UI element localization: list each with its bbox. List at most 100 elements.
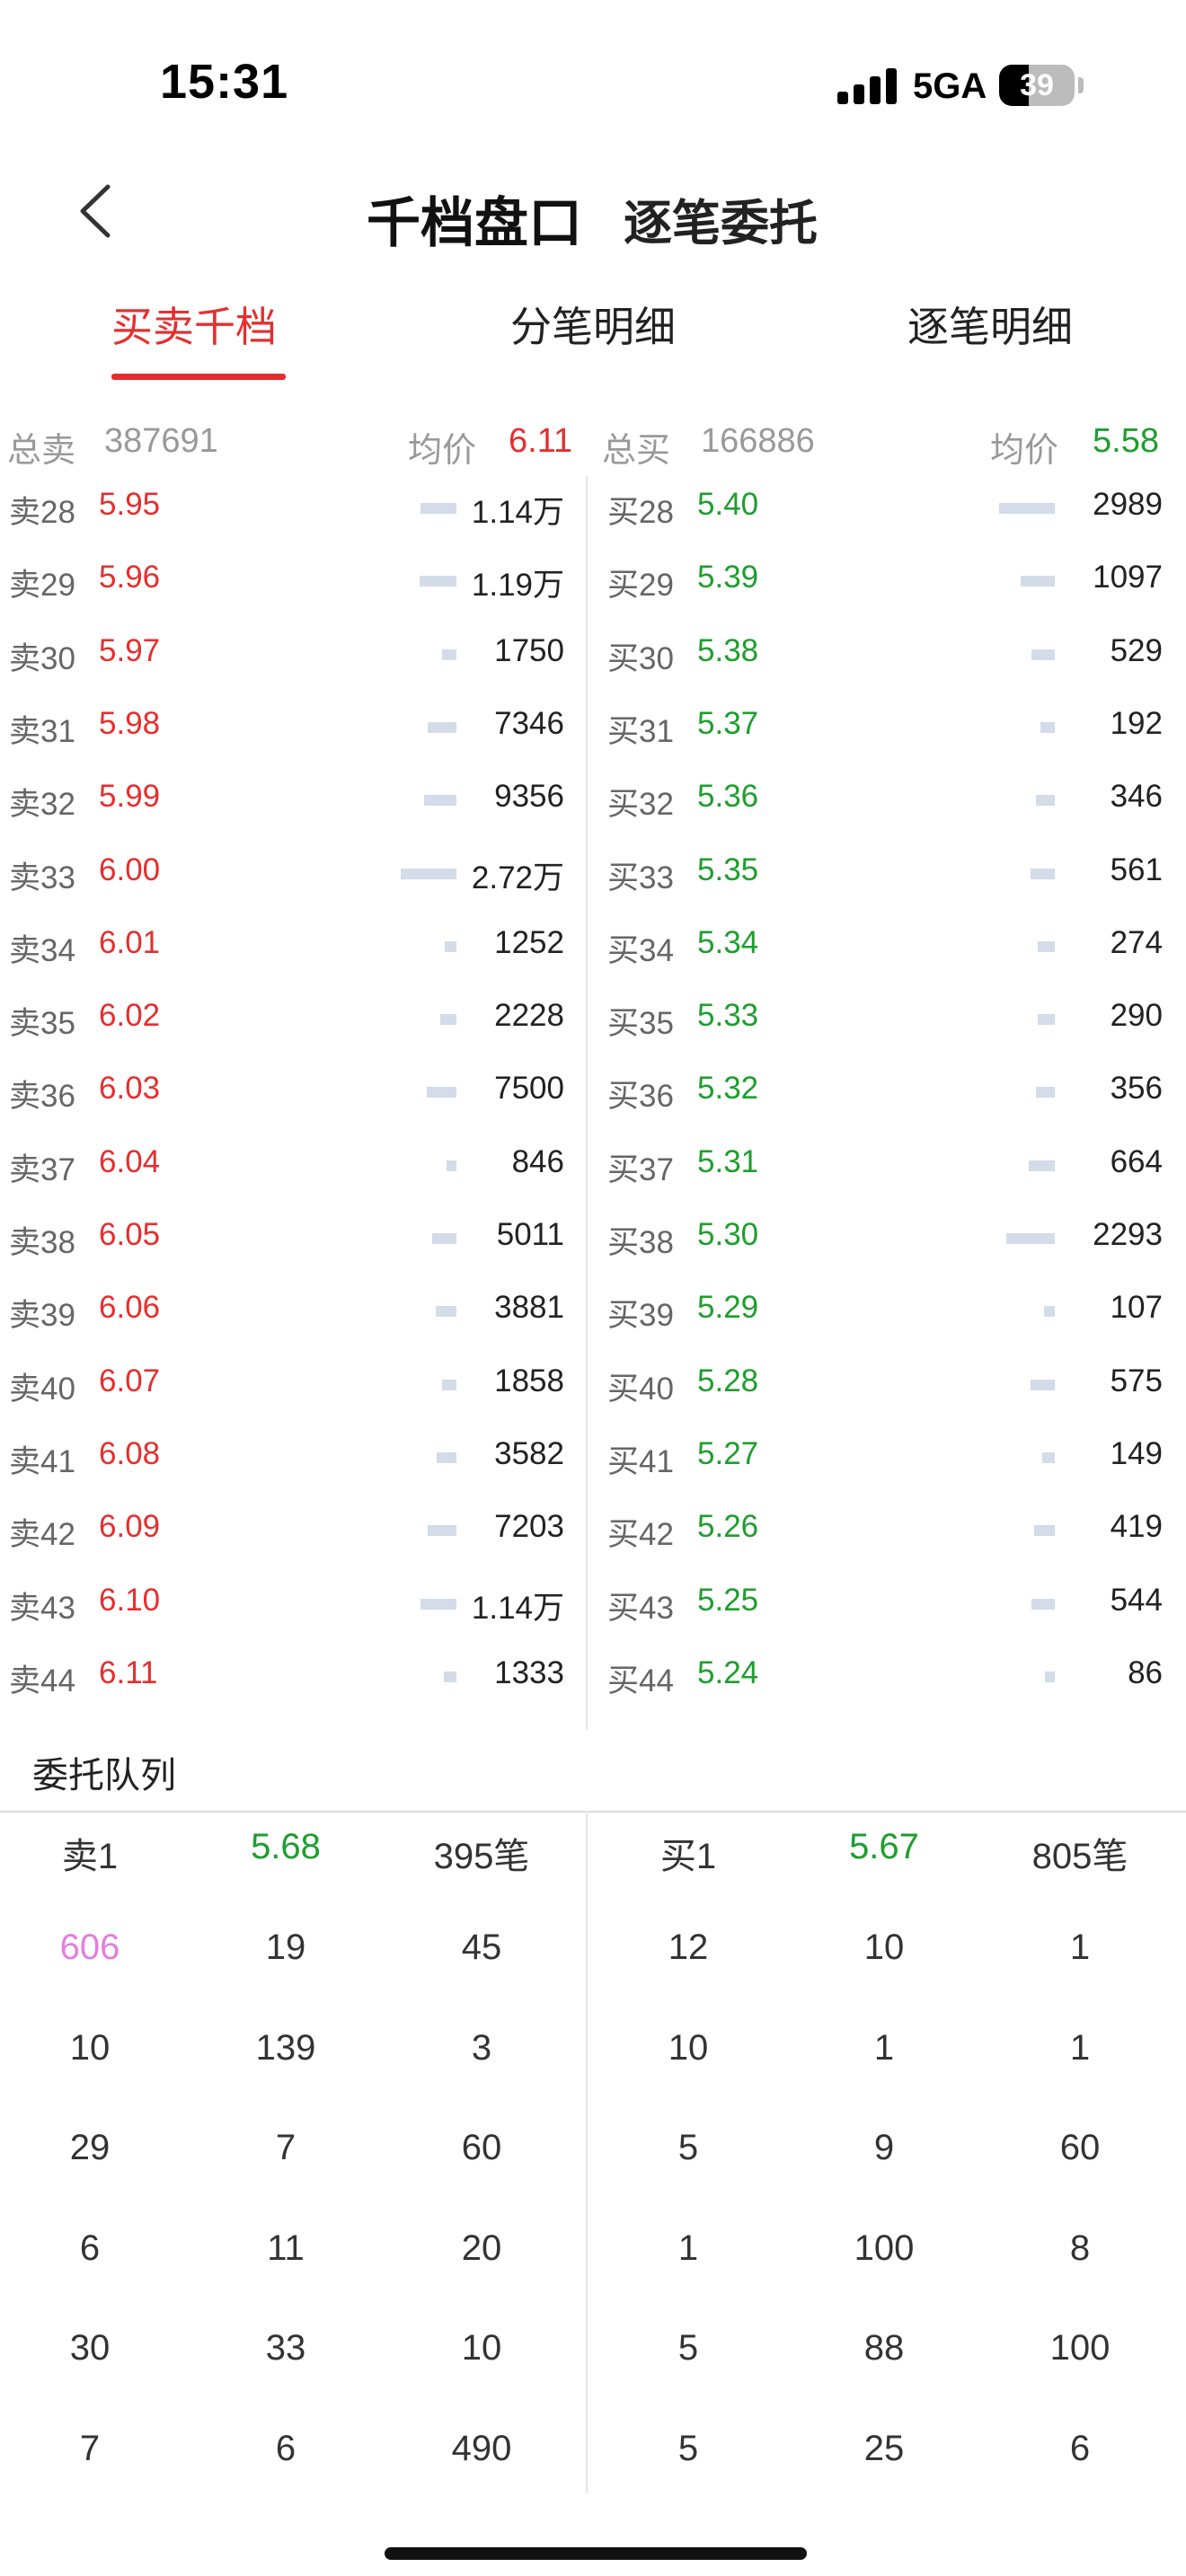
ask-volume: 3881 bbox=[494, 1290, 564, 1326]
bid-row[interactable]: 买42 5.26 419 bbox=[598, 1496, 1173, 1569]
bid-price: 5.24 bbox=[697, 1654, 759, 1690]
ask-volume: 7346 bbox=[494, 705, 564, 741]
ask-volume: 7203 bbox=[494, 1509, 564, 1545]
bid-row[interactable]: 买39 5.29 107 bbox=[598, 1277, 1173, 1350]
bid-level: 买37 bbox=[607, 1151, 674, 1187]
bid-price: 5.34 bbox=[697, 924, 759, 960]
ask-row[interactable]: 卖28 5.95 1.14万 bbox=[0, 474, 575, 547]
bid-row[interactable]: 买38 5.30 2293 bbox=[598, 1204, 1173, 1277]
ask-price: 6.04 bbox=[99, 1143, 161, 1179]
bid-level: 买30 bbox=[607, 640, 674, 676]
ask-volume: 5011 bbox=[496, 1217, 564, 1252]
ask-row[interactable]: 卖36 6.03 7500 bbox=[0, 1058, 575, 1131]
bid-volume: 274 bbox=[1110, 924, 1163, 960]
bid-row[interactable]: 买44 5.24 86 bbox=[598, 1643, 1173, 1716]
queue-sell-count: 395笔 bbox=[433, 1837, 530, 1876]
ask-row[interactable]: 卖35 6.02 2228 bbox=[0, 985, 575, 1058]
queue-sell-order: 3 bbox=[471, 2027, 492, 2068]
ask-volume: 1333 bbox=[494, 1654, 564, 1690]
bid-row[interactable]: 买29 5.39 1097 bbox=[598, 547, 1173, 620]
bid-row[interactable]: 买34 5.34 274 bbox=[598, 913, 1173, 985]
battery-text: 39 bbox=[1020, 68, 1054, 102]
bid-row[interactable]: 买43 5.25 544 bbox=[598, 1570, 1173, 1643]
bid-volume-bar bbox=[1038, 940, 1055, 952]
ask-volume-bar bbox=[420, 503, 456, 514]
queue-sell-order: 45 bbox=[461, 1928, 502, 1967]
page-title: 千档盘口 bbox=[367, 193, 582, 253]
bid-row[interactable]: 买30 5.38 529 bbox=[598, 621, 1173, 693]
ask-volume-bar bbox=[428, 721, 456, 733]
bid-volume-bar bbox=[1036, 795, 1055, 807]
tab-level2-book[interactable]: 买卖千档 bbox=[111, 295, 277, 354]
ask-row[interactable]: 卖31 5.98 7346 bbox=[0, 693, 575, 766]
sell-total-value: 387691 bbox=[104, 422, 218, 460]
bid-volume-bar bbox=[1036, 1087, 1055, 1098]
bid-volume: 149 bbox=[1110, 1435, 1163, 1471]
queue-buy-order: 5 bbox=[677, 2328, 699, 2369]
tab-trade-detail[interactable]: 逐笔明细 bbox=[907, 295, 1073, 354]
bid-volume: 561 bbox=[1110, 851, 1163, 887]
ask-row[interactable]: 卖33 6.00 2.72万 bbox=[0, 840, 575, 913]
ask-volume-bar bbox=[442, 1379, 456, 1390]
bid-row[interactable]: 买33 5.35 561 bbox=[598, 840, 1173, 913]
ask-volume-bar bbox=[432, 1233, 456, 1244]
queue-buy-order: 5 bbox=[677, 2128, 699, 2168]
order-by-order-button[interactable]: 逐笔委托 bbox=[624, 183, 818, 254]
bid-volume-bar bbox=[1006, 1233, 1055, 1244]
ask-volume-bar bbox=[437, 1451, 456, 1463]
ask-row[interactable]: 卖29 5.96 1.19万 bbox=[0, 547, 575, 620]
ask-row[interactable]: 卖37 6.04 846 bbox=[0, 1132, 575, 1204]
tab-active-indicator bbox=[111, 374, 286, 380]
bid-row[interactable]: 买41 5.27 149 bbox=[598, 1424, 1173, 1496]
buy-total-value: 166886 bbox=[701, 422, 815, 460]
bid-row[interactable]: 买36 5.32 356 bbox=[598, 1058, 1173, 1131]
ask-row[interactable]: 卖32 5.99 9356 bbox=[0, 766, 575, 839]
bid-volume-bar bbox=[1031, 648, 1055, 660]
bid-row[interactable]: 买35 5.33 290 bbox=[598, 985, 1173, 1058]
bid-volume-bar bbox=[1038, 1014, 1055, 1026]
bid-row[interactable]: 买31 5.37 192 bbox=[598, 693, 1173, 766]
ask-price: 6.10 bbox=[99, 1582, 161, 1618]
bid-level: 买35 bbox=[607, 1006, 674, 1042]
queue-sell-order: 7 bbox=[79, 2429, 101, 2468]
bid-row[interactable]: 买40 5.28 575 bbox=[598, 1351, 1173, 1424]
ask-volume-bar bbox=[436, 1306, 456, 1318]
ask-volume: 9356 bbox=[494, 779, 564, 815]
queue-sell-order: 606 bbox=[59, 1928, 120, 1967]
bid-volume-bar bbox=[1034, 1525, 1055, 1537]
bid-volume: 2989 bbox=[1093, 487, 1163, 522]
ask-row[interactable]: 卖42 6.09 7203 bbox=[0, 1496, 575, 1569]
ask-row[interactable]: 卖34 6.01 1252 bbox=[0, 913, 575, 985]
ask-row[interactable]: 卖38 6.05 5011 bbox=[0, 1204, 575, 1277]
queue-buy-order: 12 bbox=[668, 1928, 709, 1967]
bid-price: 5.35 bbox=[697, 851, 759, 887]
queue-sell-label: 卖1 bbox=[61, 1837, 119, 1876]
book-divider bbox=[586, 476, 588, 1730]
tab-tick-detail[interactable]: 分笔明细 bbox=[510, 295, 676, 354]
ask-row[interactable]: 卖40 6.07 1858 bbox=[0, 1351, 575, 1424]
queue-sell-order: 6 bbox=[275, 2429, 296, 2468]
chevron-left-icon[interactable] bbox=[72, 180, 126, 243]
bid-price: 5.28 bbox=[697, 1363, 759, 1398]
queue-divider bbox=[0, 1811, 1186, 1813]
ask-level: 卖40 bbox=[9, 1371, 75, 1407]
ask-volume-bar bbox=[420, 1598, 456, 1610]
home-indicator[interactable] bbox=[385, 2547, 807, 2560]
ask-price: 6.00 bbox=[99, 851, 161, 887]
ask-row[interactable]: 卖30 5.97 1750 bbox=[0, 621, 575, 693]
ask-row[interactable]: 卖41 6.08 3582 bbox=[0, 1424, 575, 1496]
buy-total-label: 总买 bbox=[602, 432, 671, 470]
ask-volume-bar bbox=[401, 868, 456, 879]
ask-row[interactable]: 卖39 6.06 3881 bbox=[0, 1277, 575, 1350]
bid-level: 买36 bbox=[607, 1079, 674, 1115]
ask-row[interactable]: 卖43 6.10 1.14万 bbox=[0, 1570, 575, 1643]
ask-level: 卖44 bbox=[9, 1663, 75, 1698]
queue-buy-label: 买1 bbox=[659, 1837, 717, 1876]
ask-row[interactable]: 卖44 6.11 1333 bbox=[0, 1643, 575, 1716]
queue-buy-price: 5.67 bbox=[849, 1827, 919, 1866]
bid-row[interactable]: 买28 5.40 2989 bbox=[598, 474, 1173, 547]
bid-level: 买43 bbox=[607, 1590, 674, 1626]
ask-level: 卖36 bbox=[9, 1079, 75, 1115]
bid-row[interactable]: 买37 5.31 664 bbox=[598, 1132, 1173, 1204]
bid-row[interactable]: 买32 5.36 346 bbox=[598, 766, 1173, 839]
